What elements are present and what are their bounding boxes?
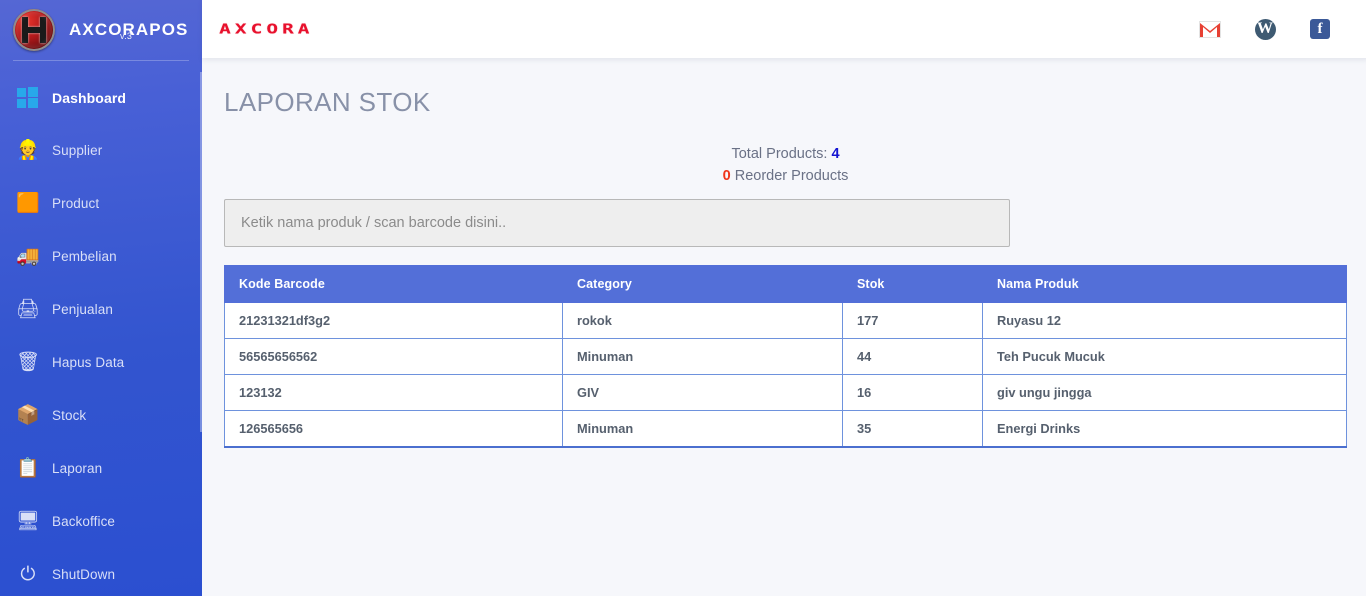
sidebar-item-label: Product [52,196,100,211]
sidebar: AXCORAPOS v.3 Dashboard 👷 Supplier 🟧 Pro… [0,0,202,596]
sidebar-item-label: Laporan [52,461,103,476]
facebook-glyph: f [1310,19,1330,39]
table-row[interactable]: 56565656562 Minuman 44 Teh Pucuk Mucuk [224,338,1347,375]
cell-category: Minuman [562,338,843,375]
sidebar-item-stock[interactable]: 📦 Stock [0,389,202,442]
reorder-products-line: 0 Reorder Products [202,165,1366,187]
delivery-truck-icon: 🚚 [16,246,40,267]
sidebar-item-backoffice[interactable]: 🖥 Backoffice [0,495,202,548]
sidebar-item-hapus-data[interactable]: 🗑 Hapus Data [0,336,202,389]
wordpress-icon[interactable]: W [1254,18,1276,40]
axcora-wordmark: AXCORA [219,21,314,37]
power-off-icon: ⏻ [20,564,36,585]
cell-nama-produk: giv ungu jingga [982,374,1347,411]
sidebar-item-label: Supplier [52,143,103,158]
topbar: AXCORA W f [202,0,1366,58]
table-row[interactable]: 21231321df3g2 rokok 177 Ruyasu 12 [224,302,1347,339]
stock-table: Kode Barcode Category Stok Nama Produk 2… [224,265,1347,448]
search-box[interactable] [224,199,1010,247]
cell-kode-barcode: 21231321df3g2 [224,302,563,339]
search-input[interactable] [241,215,993,231]
app-root: AXCORAPOS v.3 Dashboard 👷 Supplier 🟧 Pro… [0,0,1366,596]
stock-table-wrap: Kode Barcode Category Stok Nama Produk 2… [202,247,1366,448]
sidebar-nav: Dashboard 👷 Supplier 🟧 Product 🚚 Pembeli… [0,61,202,596]
sidebar-item-label: Dashboard [52,89,127,106]
reorder-products-value: 0 [722,168,731,184]
total-products-line: Total Products: 4 [202,143,1366,165]
sidebar-item-label: Pembelian [52,249,117,264]
cell-stok: 35 [842,410,983,448]
sidebar-item-label: Hapus Data [52,355,125,370]
trash-bin-icon: 🗑 [15,352,41,373]
main-content: AXCORA W f LAPORAN STOK Total Products: … [202,0,1366,596]
sidebar-item-label: Stock [52,408,87,423]
cell-category: Minuman [562,410,843,448]
cell-stok: 177 [842,302,983,339]
column-header-nama-produk[interactable]: Nama Produk [982,265,1347,303]
topbar-icon-group: W f [1199,18,1331,40]
table-head: Kode Barcode Category Stok Nama Produk [224,265,1347,303]
sidebar-item-pembelian[interactable]: 🚚 Pembelian [0,230,202,283]
package-box-icon: 📦 [16,405,40,426]
cell-kode-barcode: 123132 [224,374,563,411]
sidebar-item-label: Backoffice [52,514,116,529]
wordpress-glyph: W [1254,18,1276,40]
facebook-icon[interactable]: f [1309,18,1331,40]
total-products-label: Total Products: [731,146,828,162]
column-header-stok[interactable]: Stok [842,265,983,303]
cell-stok: 44 [842,338,983,375]
cell-category: GIV [562,374,843,411]
brand-version: v.3 [120,31,133,41]
column-header-kode-barcode[interactable]: Kode Barcode [224,265,563,303]
summary-block: Total Products: 4 0 Reorder Products [202,143,1366,187]
reorder-products-label: Reorder Products [734,168,849,184]
clipboard-calculator-icon: 📋 [16,458,40,479]
cell-category: rokok [562,302,843,339]
cell-stok: 16 [842,374,983,411]
cell-nama-produk: Teh Pucuk Mucuk [982,338,1347,375]
gmail-icon[interactable] [1199,18,1221,40]
sidebar-item-shutdown[interactable]: ⏻ ShutDown [0,548,202,596]
sidebar-item-penjualan[interactable]: 🖨 Penjualan [0,283,202,336]
cell-kode-barcode: 56565656562 [224,338,563,375]
table-body: 21231321df3g2 rokok 177 Ruyasu 12 565656… [224,302,1347,448]
sidebar-item-label: ShutDown [52,567,116,582]
table-row[interactable]: 126565656 Minuman 35 Energi Drinks [224,410,1347,448]
axcora-badge-icon [13,9,55,51]
supplier-worker-icon: 👷 [16,140,40,161]
orange-box-icon: 🟧 [16,193,40,214]
sidebar-item-dashboard[interactable]: Dashboard [0,71,202,124]
cell-kode-barcode: 126565656 [224,410,563,448]
column-header-category[interactable]: Category [562,265,843,303]
desktop-monitor-icon: 🖥 [15,511,41,532]
sidebar-item-label: Penjualan [52,302,113,317]
cell-nama-produk: Energi Drinks [982,410,1347,448]
windows-flag-icon [15,85,41,111]
sidebar-item-product[interactable]: 🟧 Product [0,177,202,230]
page-title: LAPORAN STOK [224,87,431,117]
sidebar-brand[interactable]: AXCORAPOS v.3 [0,0,202,60]
total-products-value: 4 [831,146,840,162]
cash-register-icon: 🖨 [15,299,41,320]
sidebar-item-supplier[interactable]: 👷 Supplier [0,124,202,177]
search-area [202,187,1366,247]
table-row[interactable]: 123132 GIV 16 giv ungu jingga [224,374,1347,411]
sidebar-item-laporan[interactable]: 📋 Laporan [0,442,202,495]
table-header-row: Kode Barcode Category Stok Nama Produk [224,265,1347,303]
cell-nama-produk: Ruyasu 12 [982,302,1347,339]
